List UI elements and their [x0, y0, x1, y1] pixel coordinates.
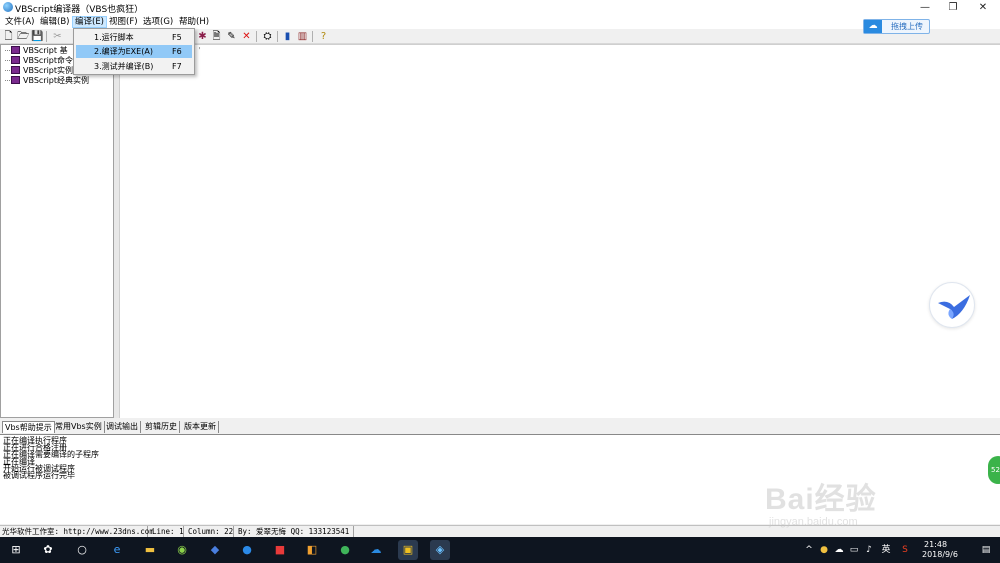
app-orange-icon[interactable]: ◧: [302, 540, 322, 560]
tab-clip-history[interactable]: 剪辑历史: [143, 421, 180, 433]
tree-item[interactable]: VBScript 基: [5, 46, 68, 56]
edge-icon[interactable]: e: [107, 540, 127, 560]
menu-compile[interactable]: 编译(E): [72, 16, 108, 28]
tray-cloud-icon[interactable]: ☁: [833, 543, 845, 557]
new-file-icon[interactable]: 🗋: [3, 31, 14, 42]
floating-badge[interactable]: 52: [988, 456, 1000, 484]
status-author: By: 爱翠无悔 QQ: 133123541: [236, 526, 354, 537]
books-icon[interactable]: ▥: [297, 31, 308, 42]
help-icon[interactable]: ?: [318, 31, 329, 42]
dropdown-item-label: 1.运行脚本: [94, 33, 134, 42]
tree-item-label: VBScript 基: [23, 46, 68, 55]
cut-icon[interactable]: ✂: [52, 31, 63, 42]
dropdown-item-shortcut: F5: [172, 33, 182, 42]
title-bar: VBScript编译器（VBS也疯狂） — ❐ ✕: [0, 0, 1000, 15]
compile-icon[interactable]: ✱: [197, 31, 208, 42]
editor-content: ': [197, 46, 202, 55]
explorer-icon[interactable]: ▬: [140, 540, 160, 560]
browser-icon[interactable]: ●: [237, 540, 257, 560]
toolbar-separator: [277, 31, 278, 42]
binoculars-icon[interactable]: ⛭: [262, 31, 273, 42]
close-button[interactable]: ✕: [968, 0, 998, 15]
tree-item[interactable]: VBScript经典实例: [5, 76, 89, 86]
tray-language[interactable]: 英: [879, 543, 893, 557]
cortana-icon[interactable]: ○: [72, 540, 92, 560]
dropdown-test-compile[interactable]: 3.测试并编译(B) F7: [76, 60, 192, 73]
delete-icon[interactable]: ✕: [241, 31, 252, 42]
upload-button[interactable]: ☁ 拖拽上传: [863, 19, 930, 34]
tree-item-label: VBScript实例: [23, 66, 74, 75]
open-file-icon[interactable]: 🗁: [17, 31, 29, 42]
menu-bar: 文件(A) 编辑(B) 编译(E) 视图(F) 选项(G) 帮助(H): [0, 15, 1000, 29]
page-icon[interactable]: 🗎: [211, 31, 222, 42]
menu-help[interactable]: 帮助(H): [177, 16, 211, 28]
tree-item[interactable]: VBScript命令: [5, 56, 73, 66]
book-icon: [11, 56, 20, 64]
taskbar: ⊞ ✿ ○ e ▬ ◉ ◆ ● ■ ◧ ● ☁ ▣ ◈ ^ ● ☁ ▭ ♪ 英 …: [0, 537, 1000, 563]
cloud-icon: ☁: [864, 20, 882, 33]
tree-panel: VBScript 基 VBScript命令 VBScript实例 VBScrip…: [0, 44, 114, 418]
restore-button[interactable]: ❐: [938, 0, 968, 15]
toolbar-separator: [256, 31, 257, 42]
code-editor[interactable]: ': [119, 44, 1000, 418]
tab-debug-output[interactable]: 调试输出: [104, 421, 141, 433]
upload-label: 拖拽上传: [891, 22, 923, 31]
feishu-icon[interactable]: ◆: [205, 540, 225, 560]
task-view-icon[interactable]: ✿: [38, 540, 58, 560]
tab-vbs-examples[interactable]: 常用Vbs实例: [53, 421, 105, 433]
watermark-main: Bai经验: [765, 483, 877, 516]
vbscript-compiler-icon[interactable]: ◈: [430, 540, 450, 560]
compile-dropdown: 1.运行脚本 F5 2.编译为EXE(A) F6 3.测试并编译(B) F7: [73, 28, 195, 75]
dropdown-compile-exe[interactable]: 2.编译为EXE(A) F6: [76, 45, 192, 58]
chart-icon[interactable]: ▮: [282, 31, 293, 42]
menu-file[interactable]: 文件(A): [3, 16, 36, 28]
start-icon[interactable]: ⊞: [6, 540, 26, 560]
tray-chevron-icon[interactable]: ^: [804, 543, 814, 557]
minimize-button[interactable]: —: [910, 0, 940, 15]
status-line: Line: 1: [152, 526, 184, 537]
book-icon: [11, 76, 20, 84]
bottom-tabs: Vbs帮助提示 常用Vbs实例 调试输出 剪辑历史 版本更新: [0, 421, 1000, 433]
baidu-netdisk-icon[interactable]: ☁: [366, 540, 386, 560]
dropdown-item-shortcut: F6: [172, 47, 182, 56]
toolbar-separator: [46, 31, 47, 42]
dropdown-run-script[interactable]: 1.运行脚本 F5: [76, 31, 192, 44]
dropdown-item-label: 3.测试并编译(B): [94, 62, 154, 71]
window-title: VBScript编译器（VBS也疯狂）: [15, 5, 144, 15]
tab-version-update[interactable]: 版本更新: [182, 421, 219, 433]
tray-app-icon[interactable]: ●: [818, 543, 830, 557]
save-icon[interactable]: 💾: [31, 31, 43, 42]
menu-edit[interactable]: 编辑(B): [38, 16, 71, 28]
clock-time[interactable]: 21:48: [924, 540, 947, 549]
menu-view[interactable]: 视图(F): [107, 16, 140, 28]
output-line: 被调试程序运行完毕: [3, 471, 75, 480]
bird-assistant-icon[interactable]: [929, 282, 975, 328]
menu-options[interactable]: 选项(G): [141, 16, 175, 28]
tray-network-icon[interactable]: ▭: [848, 543, 860, 557]
book-icon: [11, 66, 20, 74]
tree-item[interactable]: VBScript实例: [5, 66, 73, 76]
app-icon: [3, 2, 13, 12]
dropdown-item-label: 2.编译为EXE(A): [94, 47, 153, 56]
watermark-sub: jingyan.baidu.com: [769, 516, 858, 528]
tree-item-label: VBScript命令: [23, 56, 74, 65]
clock-date[interactable]: 2018/9/6: [922, 550, 958, 559]
app-360-icon[interactable]: ◉: [172, 540, 192, 560]
edit-doc-icon[interactable]: ✎: [226, 31, 237, 42]
tray-volume-icon[interactable]: ♪: [863, 543, 875, 557]
tab-vbs-help[interactable]: Vbs帮助提示: [2, 421, 55, 433]
app-green-icon[interactable]: ●: [335, 540, 355, 560]
toolbar-separator: [312, 31, 313, 42]
tree-item-label: VBScript经典实例: [23, 76, 90, 85]
dropdown-item-shortcut: F7: [172, 62, 182, 71]
app-red-icon[interactable]: ■: [270, 540, 290, 560]
book-icon: [11, 46, 20, 54]
app-yellow-icon[interactable]: ▣: [398, 540, 418, 560]
tray-ime-icon[interactable]: S: [898, 543, 912, 557]
baidu-watermark: Bai经验 jingyan.baidu.com: [765, 452, 945, 542]
status-column: Column: 22: [188, 526, 234, 537]
status-studio: 光华软件工作室: http://www.23dns.com: [2, 526, 154, 537]
notification-icon[interactable]: ▤: [980, 543, 992, 557]
